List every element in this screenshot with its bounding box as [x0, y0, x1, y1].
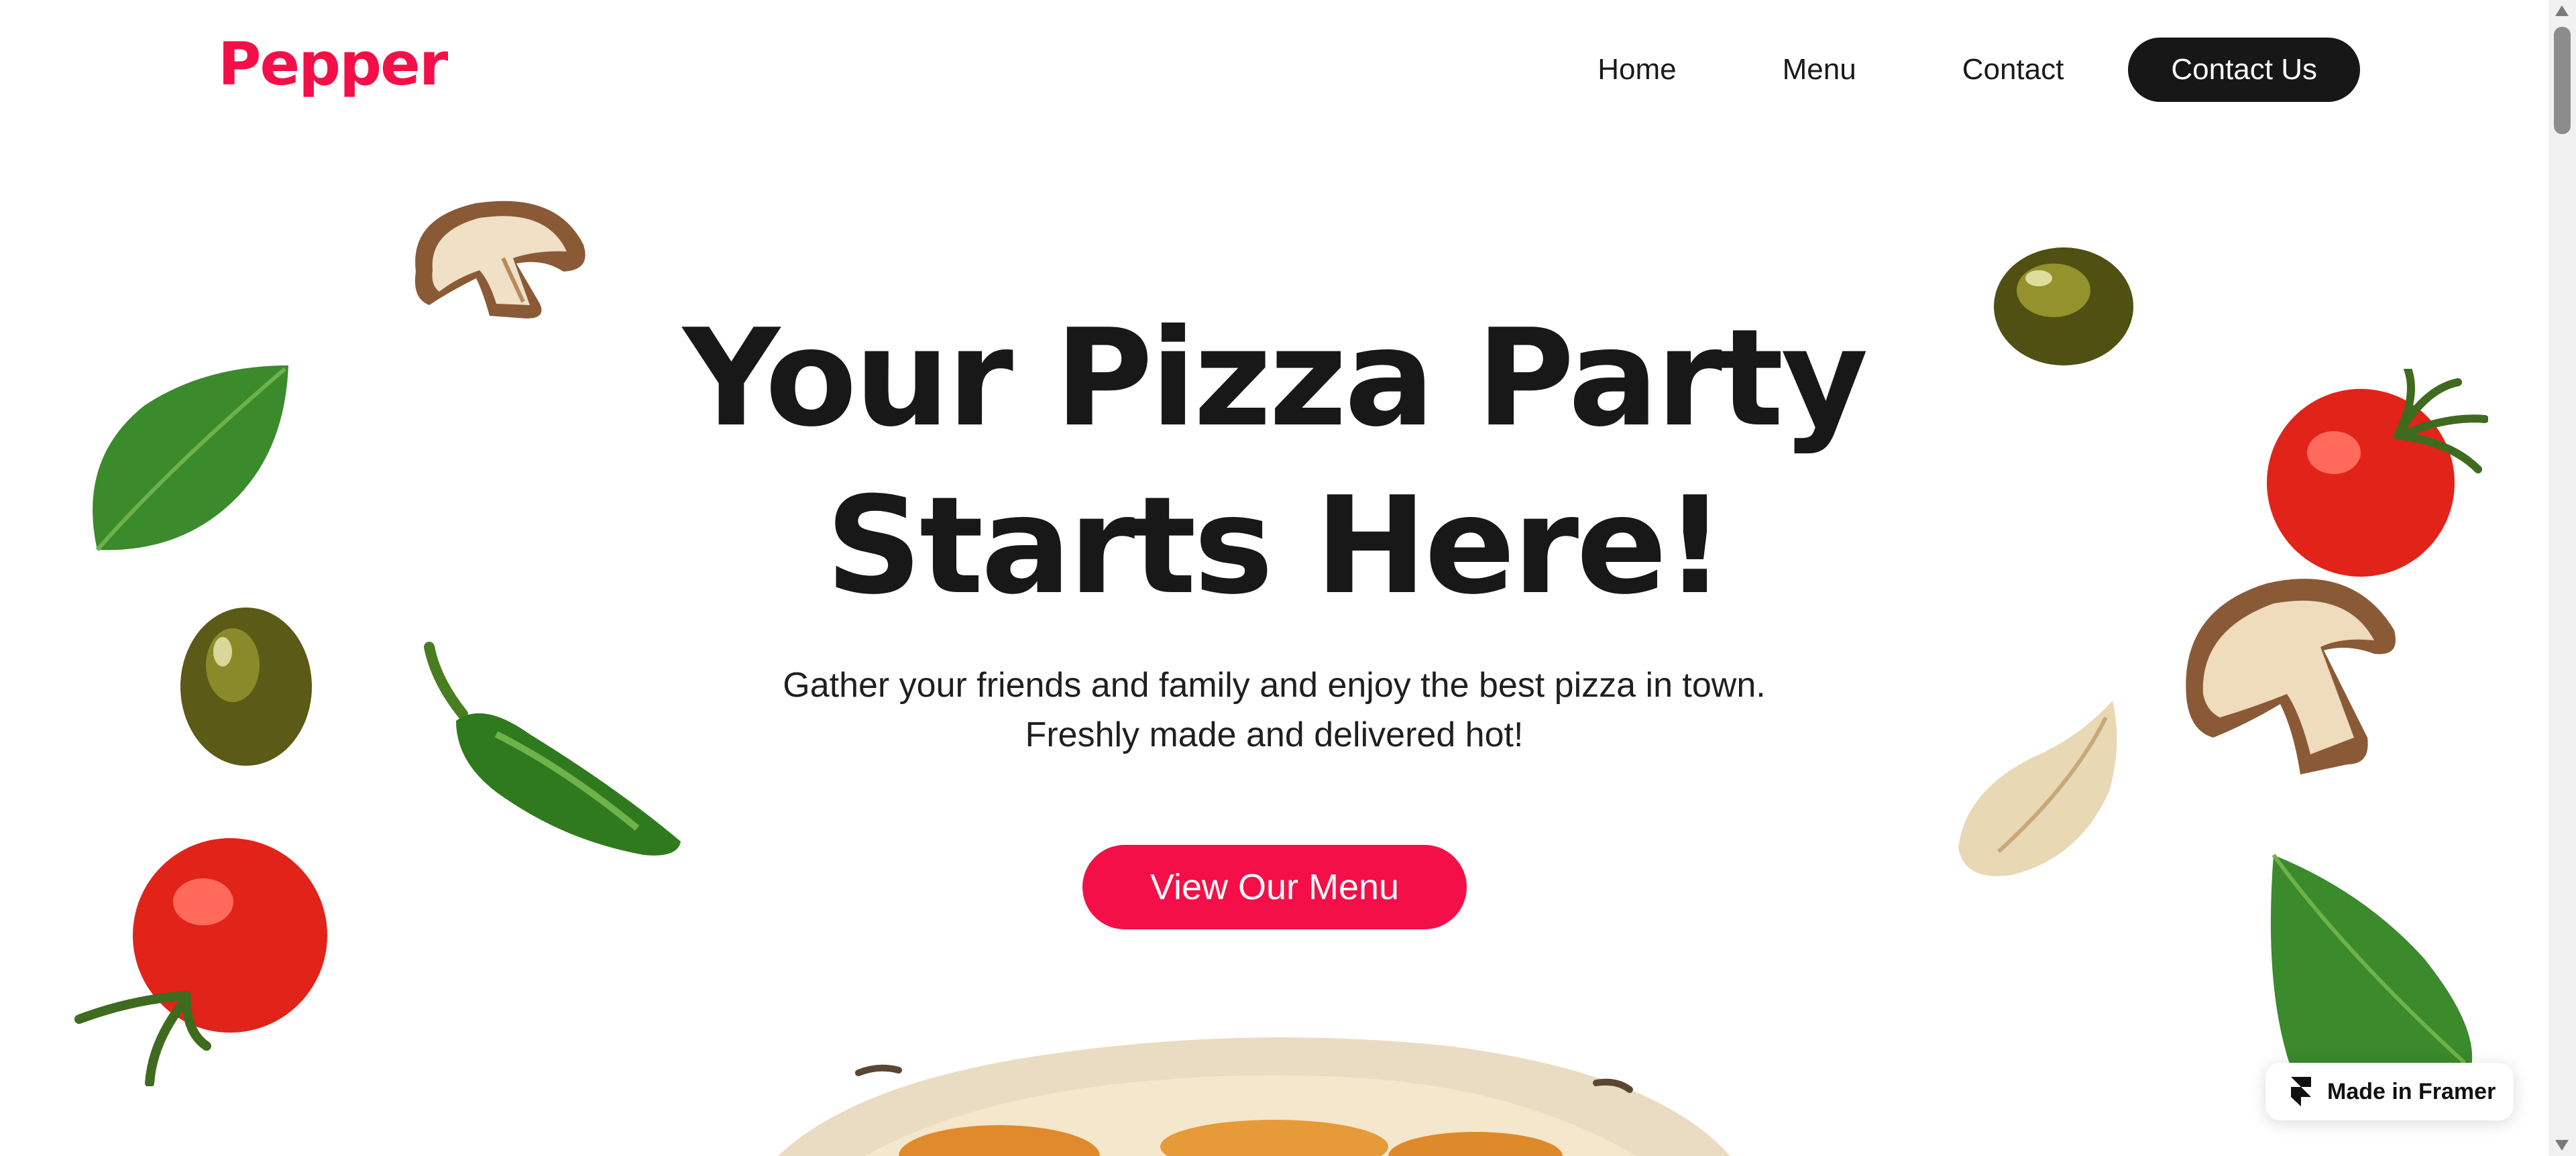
nav-contact-link[interactable]: Contact	[1962, 53, 2064, 86]
nav-menu-link[interactable]: Menu	[1783, 53, 1856, 86]
basil-leaf-image	[2270, 854, 2473, 1066]
hero-title-line-1: Your Pizza Party	[683, 300, 1868, 457]
hero-subtitle-line-2: Freshly made and delivered hot!	[1025, 715, 1524, 754]
hero-title: Your Pizza Party Starts Here!	[0, 295, 2549, 630]
tomato-image	[74, 838, 327, 1086]
page-scrollbar[interactable]	[2549, 0, 2576, 1156]
hero-subtitle: Gather your friends and family and enjoy…	[0, 660, 2549, 760]
hero-title-line-2: Starts Here!	[825, 468, 1726, 624]
framer-logo-icon	[2291, 1077, 2311, 1106]
made-in-framer-label: Made in Framer	[2327, 1078, 2496, 1104]
contact-us-button[interactable]: Contact Us	[2128, 38, 2360, 102]
hero-subtitle-line-1: Gather your friends and family and enjoy…	[783, 666, 1766, 705]
scroll-up-arrow-icon[interactable]	[2555, 5, 2569, 16]
brand-logo[interactable]: Pepper	[218, 35, 448, 94]
scroll-down-arrow-icon[interactable]	[2555, 1140, 2569, 1151]
made-in-framer-badge[interactable]: Made in Framer	[2265, 1063, 2514, 1120]
scrollbar-thumb[interactable]	[2554, 27, 2571, 134]
main-nav: Home Menu Contact Contact Us	[1598, 38, 2360, 102]
nav-home-link[interactable]: Home	[1598, 53, 1676, 86]
pizza-image	[778, 1037, 1730, 1156]
view-menu-button[interactable]: View Our Menu	[1082, 845, 1467, 929]
